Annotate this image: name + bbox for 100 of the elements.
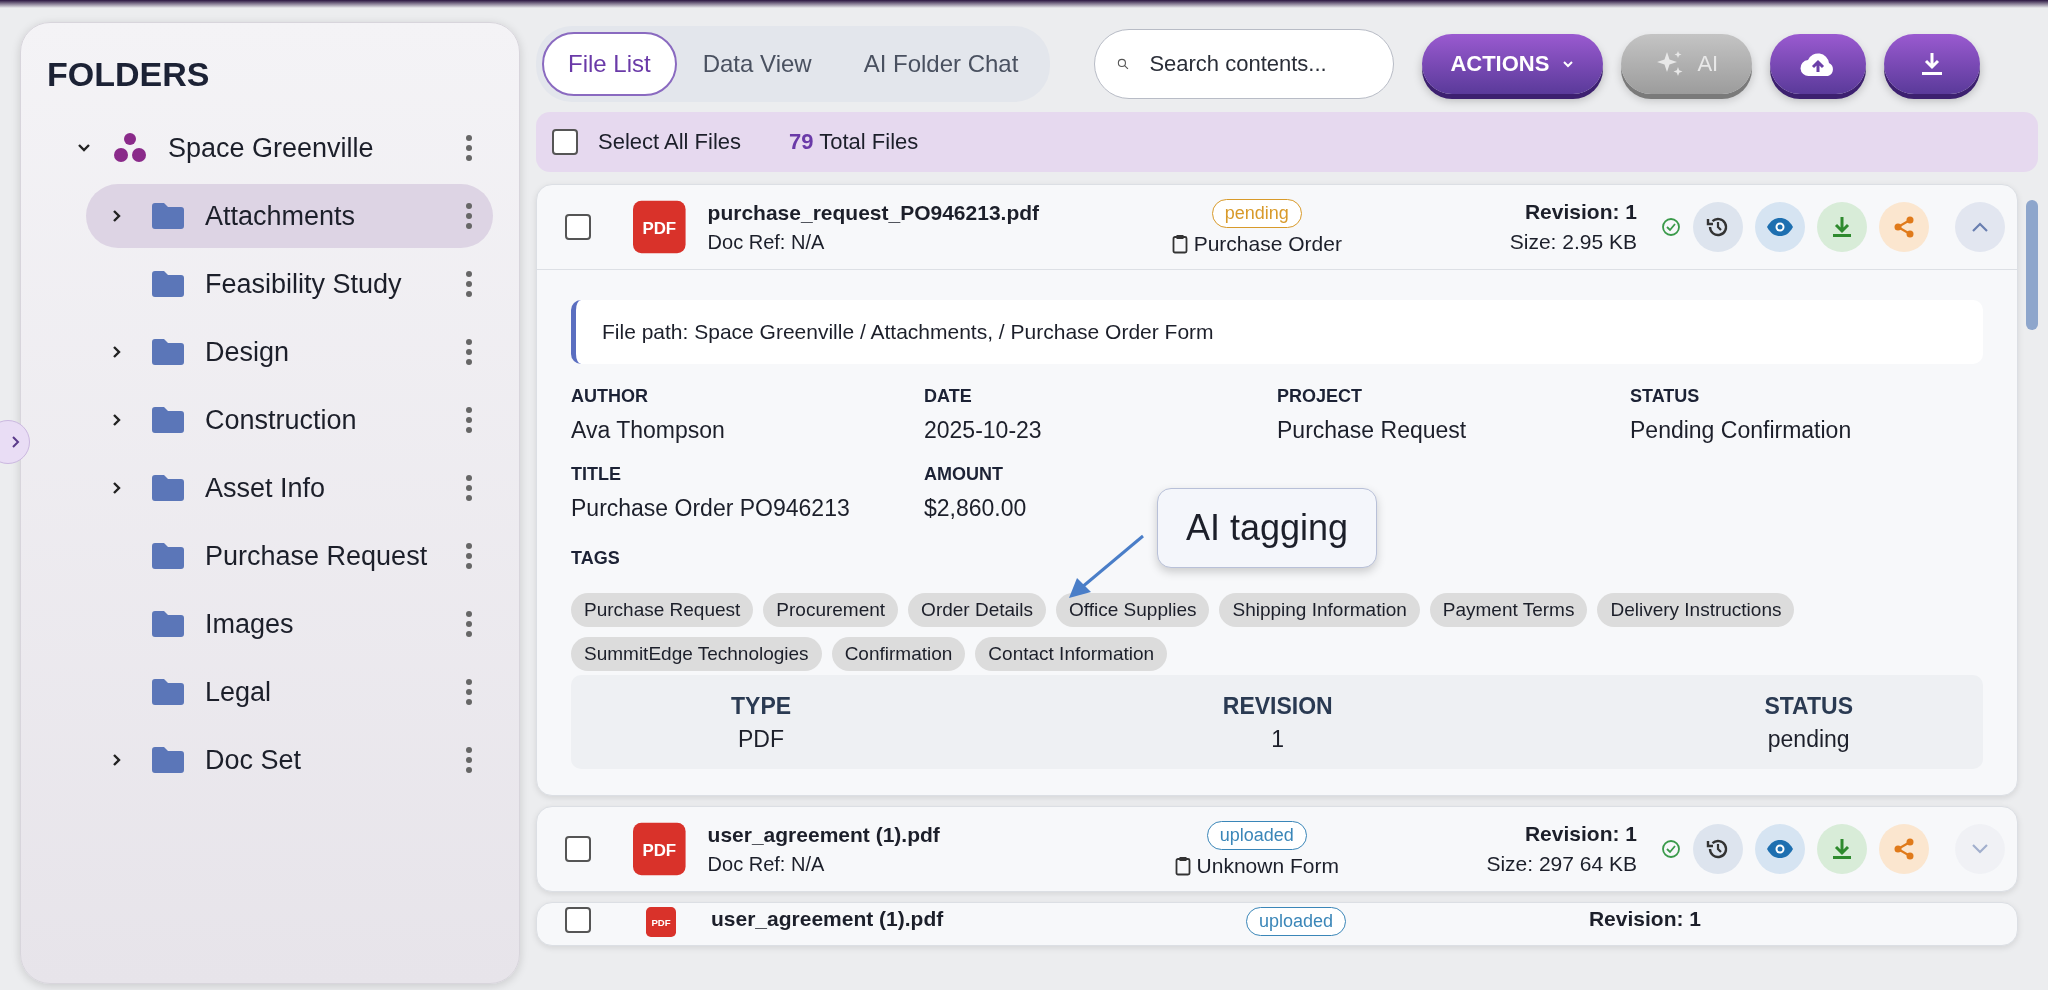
tree-item[interactable]: Images [47, 592, 493, 656]
file-count: 79 Total Files [789, 129, 919, 155]
form-type: Purchase Order [1193, 231, 1342, 256]
view-tab[interactable]: File List [542, 32, 677, 96]
pdf-label: PDF [651, 916, 671, 928]
tree-item[interactable]: Feasibility Study [47, 252, 493, 316]
share-button[interactable] [1879, 824, 1929, 874]
search-input[interactable]: Search contents... [1147, 50, 1372, 78]
tag-chip[interactable]: Confirmation [831, 637, 966, 671]
tags-label: TAGS [571, 548, 621, 569]
tag-chip[interactable]: SummitEdge Technologies [571, 637, 822, 671]
tree-item[interactable]: Attachments [86, 184, 493, 248]
chevron-up-icon [1970, 220, 1990, 234]
form-type: Unknown Form [1196, 853, 1339, 878]
tree-item[interactable]: Space Greenville [47, 116, 493, 180]
tag-chip[interactable]: Procurement [763, 593, 899, 627]
file-path: File path: Space Greenville / Attachments, / Purchase Order Form [571, 300, 1983, 364]
tree-item[interactable]: Construction [47, 388, 493, 452]
tree-item[interactable]: Doc Set [47, 728, 493, 792]
file-name[interactable]: user_agreement (1).pdf [707, 822, 1102, 847]
tree-item-label: Attachments [205, 200, 357, 232]
file-name[interactable]: purchase_request_PO946213.pdf [707, 200, 1102, 225]
tag-chip[interactable]: Delivery Instructions [1597, 593, 1795, 627]
search-field[interactable]: Search contents... [1094, 29, 1395, 99]
folder-icon [151, 406, 185, 434]
tag-chip[interactable]: Payment Terms [1429, 593, 1588, 627]
history-button[interactable] [1693, 202, 1743, 252]
file-checkbox[interactable] [565, 836, 591, 862]
file-size: Size: 297 64 KB [1486, 852, 1637, 876]
check-circle-icon [1661, 217, 1681, 237]
tree-item-label: Construction [205, 404, 358, 436]
field-label: AMOUNT [924, 464, 1004, 485]
more-options-icon[interactable] [465, 202, 473, 230]
preview-button[interactable] [1755, 824, 1805, 874]
scrollbar-thumb[interactable] [2026, 200, 2038, 330]
download-icon [1920, 51, 1945, 77]
file-name[interactable]: user_agreement (1).pdf [711, 907, 1131, 931]
tree-item[interactable]: Asset Info [47, 456, 493, 520]
field-label: AUTHOR [571, 386, 649, 407]
tag-chip[interactable]: Shipping Information [1219, 593, 1420, 627]
preview-button[interactable] [1755, 202, 1805, 252]
more-options-icon[interactable] [465, 474, 473, 502]
clipboard-icon [1174, 855, 1191, 876]
chevron-right-icon [11, 435, 21, 449]
more-options-icon[interactable] [465, 542, 473, 570]
download-file-button[interactable] [1817, 824, 1867, 874]
download-file-button[interactable] [1817, 202, 1867, 252]
summary-label: STATUS [1764, 693, 1853, 720]
tree-item[interactable]: Design [47, 320, 493, 384]
download-icon [1831, 837, 1853, 861]
tag-chip[interactable]: Order Details [908, 593, 1047, 627]
view-tab[interactable]: Data View [676, 32, 838, 96]
folder-icon [151, 610, 185, 638]
expand-toggle[interactable] [1955, 202, 2005, 252]
tree-item-label: Images [205, 608, 295, 640]
callout-bubble: AI tagging [1157, 488, 1378, 568]
select-all-checkbox[interactable] [552, 129, 578, 155]
tree-item-label: Doc Set [205, 744, 303, 776]
field-label: STATUS [1630, 386, 1701, 407]
folder-icon [151, 202, 185, 230]
history-button[interactable] [1693, 824, 1743, 874]
summary-label: TYPE [731, 693, 792, 720]
folder-icon [151, 542, 185, 570]
share-button[interactable] [1879, 202, 1929, 252]
more-options-icon[interactable] [465, 270, 473, 298]
tree-item[interactable]: Purchase Request [47, 524, 493, 588]
expand-toggle[interactable] [1955, 824, 2005, 874]
tree-item-label: Asset Info [205, 472, 327, 504]
revision-label: Revision: 1 [1524, 822, 1637, 846]
clipboard-icon [1171, 233, 1188, 254]
tree-item-label: Purchase Request [205, 540, 429, 572]
field-label: PROJECT [1277, 386, 1364, 407]
tag-chip[interactable]: Office Supplies [1056, 593, 1210, 627]
chevron-down-icon [1970, 842, 1990, 856]
folder-icon [151, 474, 185, 502]
status-badge: uploaded [1206, 820, 1307, 850]
field-value: Purchase Order PO946213 [571, 495, 851, 522]
field-label: DATE [924, 386, 973, 407]
file-checkbox[interactable] [565, 907, 591, 933]
summary-value: 1 [1271, 726, 1285, 753]
share-icon [1892, 215, 1916, 239]
more-options-icon[interactable] [465, 338, 473, 366]
eye-icon [1766, 217, 1794, 237]
more-options-icon[interactable] [465, 406, 473, 434]
more-options-icon[interactable] [465, 610, 473, 638]
doc-ref: Doc Ref: N/A [707, 852, 826, 876]
more-options-icon[interactable] [465, 134, 473, 162]
tree-item-label: Legal [205, 676, 273, 708]
more-options-icon[interactable] [465, 678, 473, 706]
tag-chip[interactable]: Contact Information [975, 637, 1168, 671]
download-icon [1831, 215, 1853, 239]
folders-heading: FOLDERS [47, 55, 211, 94]
check-circle-icon [1661, 839, 1681, 859]
file-checkbox[interactable] [565, 214, 591, 240]
status-badge: uploaded [1245, 907, 1347, 936]
summary-label: REVISION [1222, 693, 1333, 720]
view-tab[interactable]: AI Folder Chat [837, 32, 1045, 96]
tree-item[interactable]: Legal [47, 660, 493, 724]
tag-chip[interactable]: Purchase Request [571, 593, 754, 627]
more-options-icon[interactable] [465, 746, 473, 774]
